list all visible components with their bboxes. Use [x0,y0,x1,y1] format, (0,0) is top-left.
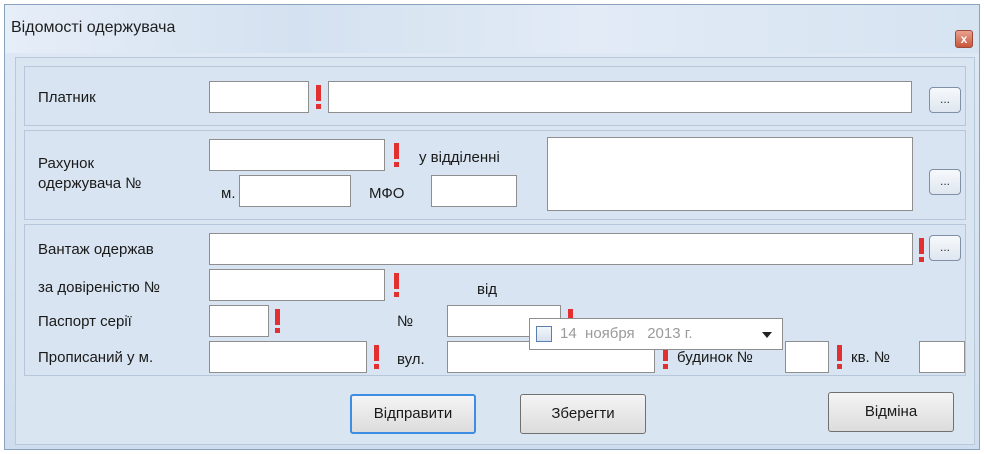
account-number-input[interactable] [209,139,385,171]
account-browse-button[interactable]: ... [929,169,961,195]
passport-series-label: Паспорт серії [38,313,132,330]
payer-code-input[interactable] [209,81,309,113]
date-year: 2013 г. [647,325,693,342]
passport-series-input[interactable] [209,305,269,337]
account-label-line2: одержувача № [38,175,142,192]
branch-input[interactable] [547,137,913,211]
title-bar[interactable]: Відомості одержувача x [5,5,979,53]
dialog-window: Відомості одержувача x Платник ... Рахун… [4,4,980,450]
mfo-label: МФО [369,185,405,202]
required-mark [315,85,321,109]
city-prefix-label: м. [221,185,236,202]
window-title: Відомості одержувача [11,19,176,36]
date-enabled-checkbox[interactable] [536,326,552,342]
close-icon[interactable]: x [955,30,973,48]
street-label: вул. [397,351,425,368]
required-mark [393,143,399,167]
from-label: від [477,281,498,298]
date-month: ноября [585,325,635,342]
apartment-label: кв. № [851,349,890,366]
proxy-label: за довіреністю № [38,279,160,296]
required-mark [393,273,399,297]
branch-label: у відділенні [419,149,500,166]
account-city-input[interactable] [239,175,351,207]
passport-number-label: № [397,313,414,330]
account-label-line1: Рахунок [38,155,95,172]
payer-name-input[interactable] [328,81,912,113]
received-browse-button[interactable]: ... [929,235,961,261]
account-panel: Рахунок одержувача № у відділенні м. МФО… [24,130,966,220]
receiver-panel: Вантаж одержав ... за довіреністю № від … [24,224,966,376]
required-mark [918,238,924,262]
payer-label: Платник [38,89,96,106]
date-picker[interactable]: 14 ноября 2013 г. [529,318,783,350]
date-day: 14 [560,325,577,342]
received-by-input[interactable] [209,233,913,265]
cancel-button[interactable]: Відміна [828,392,954,432]
registered-city-input[interactable] [209,341,367,373]
dialog-body: Платник ... Рахунок одержувача № у відді… [15,57,975,445]
date-value: 14 ноября 2013 г. [560,325,693,342]
required-mark [373,345,379,369]
house-label: будинок № [677,349,753,366]
apartment-input[interactable] [919,341,965,373]
save-button[interactable]: Зберегти [520,394,646,434]
required-mark [274,309,280,333]
send-button[interactable]: Відправити [350,394,476,434]
payer-panel: Платник ... [24,66,966,126]
registered-label: Прописаний у м. [38,349,154,366]
payer-browse-button[interactable]: ... [929,87,961,113]
required-mark [836,345,842,369]
proxy-number-input[interactable] [209,269,385,301]
chevron-down-icon[interactable] [762,332,772,338]
received-label: Вантаж одержав [38,241,154,258]
mfo-input[interactable] [431,175,517,207]
house-input[interactable] [785,341,829,373]
